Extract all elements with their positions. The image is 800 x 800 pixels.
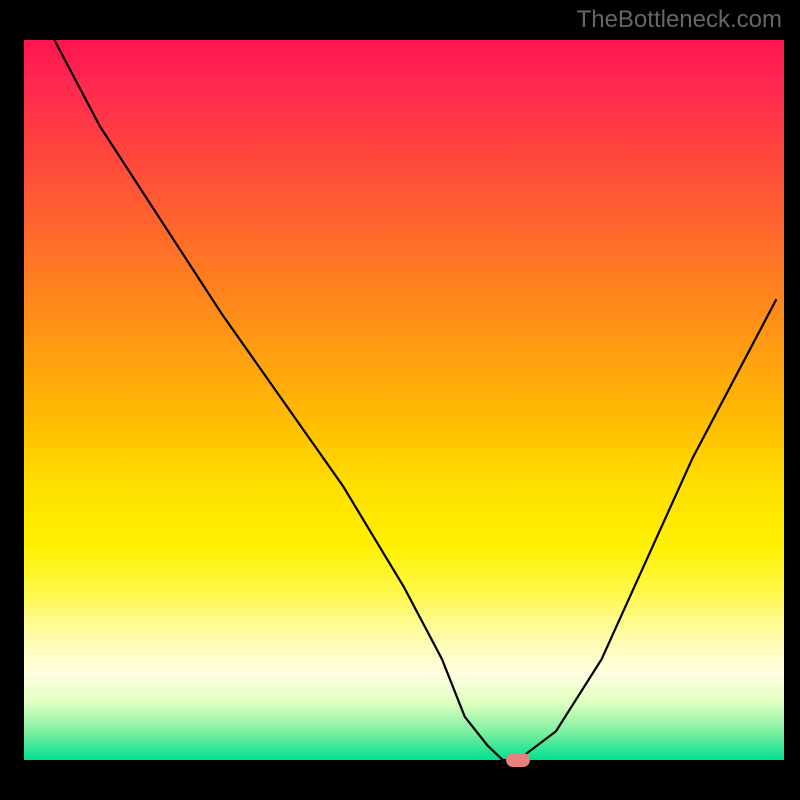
chart-curve-svg: [24, 40, 784, 760]
bottleneck-curve-path: [54, 40, 776, 760]
watermark-text: TheBottleneck.com: [577, 6, 782, 34]
optimal-point-marker: [506, 753, 530, 767]
chart-plot-area: [24, 40, 784, 760]
